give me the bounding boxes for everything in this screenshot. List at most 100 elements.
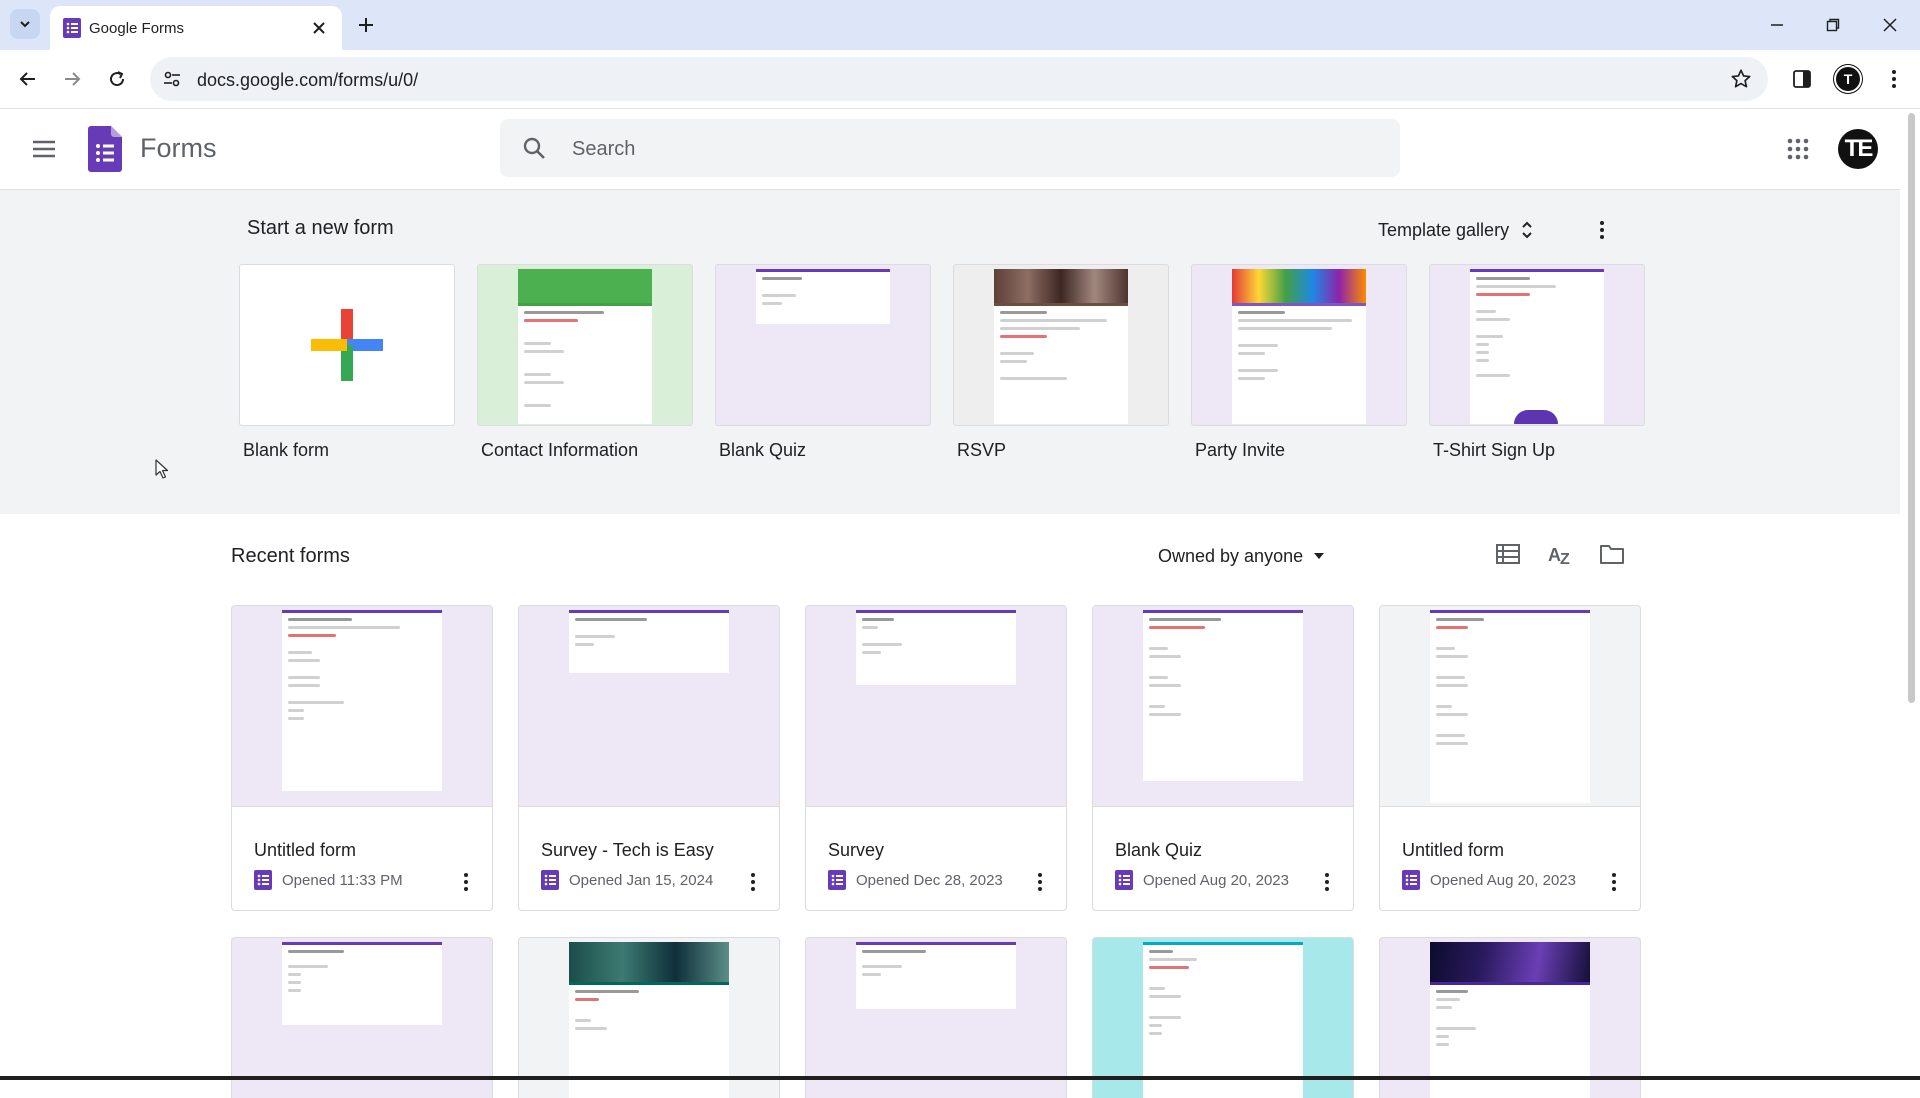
template-blank-form[interactable]: Blank form — [239, 264, 455, 461]
restore-window-button[interactable] — [1819, 12, 1847, 38]
template-header-graphic — [994, 269, 1128, 303]
recent-form-card[interactable] — [231, 937, 493, 1098]
address-bar[interactable]: docs.google.com/forms/u/0/ — [150, 57, 1768, 101]
forms-logo-icon[interactable] — [88, 126, 122, 172]
reload-button[interactable] — [101, 63, 133, 95]
template-thumbnail[interactable] — [1429, 264, 1645, 426]
recent-form-card[interactable]: Untitled form Opened 11:33 PM — [231, 605, 493, 911]
profile-button[interactable]: T — [1832, 63, 1864, 95]
form-title: Untitled form — [254, 840, 357, 860]
template-label: Contact Information — [481, 440, 639, 460]
form-more-button[interactable] — [1604, 868, 1624, 896]
form-meta: Opened 11:33 PM — [254, 870, 403, 890]
browser-toolbar: docs.google.com/forms/u/0/ T — [0, 50, 1920, 109]
recent-form-card[interactable]: Untitled form Opened Aug 20, 2023 — [1379, 605, 1641, 911]
forms-file-icon — [1115, 870, 1133, 890]
form-preview-page — [569, 982, 729, 1098]
open-file-picker-button[interactable] — [1594, 536, 1630, 572]
side-panel-icon — [1793, 70, 1811, 88]
more-vert-icon — [1612, 873, 1616, 891]
hide-templates-menu-button[interactable] — [1588, 214, 1616, 246]
side-panel-button[interactable] — [1786, 63, 1818, 95]
template-blank-quiz[interactable]: Blank Quiz — [715, 264, 931, 461]
template-thumbnail[interactable] — [477, 264, 693, 426]
multicolor-plus-icon — [311, 309, 383, 381]
account-avatar[interactable]: TE — [1838, 129, 1878, 169]
forms-favicon-icon — [63, 18, 81, 38]
tab-close-button[interactable] — [308, 17, 330, 39]
template-thumbnail[interactable] — [715, 264, 931, 426]
recent-form-card[interactable]: Survey Opened Dec 28, 2023 — [805, 605, 1067, 911]
new-tab-button[interactable] — [352, 11, 380, 39]
template-thumbnail[interactable] — [239, 264, 455, 426]
tab-search-button[interactable] — [10, 9, 40, 39]
form-preview-page — [1143, 942, 1303, 1098]
list-view-icon — [1496, 544, 1520, 564]
owner-filter-dropdown[interactable]: Owned by anyone — [1158, 540, 1325, 572]
template-label: Blank form — [243, 440, 330, 460]
template-label: T-Shirt Sign Up — [1433, 440, 1556, 460]
search-input[interactable] — [570, 129, 1374, 169]
search-icon[interactable] — [522, 136, 546, 160]
back-button[interactable] — [12, 63, 44, 95]
recent-form-card[interactable]: Blank Quiz Opened Aug 20, 2023 — [1092, 605, 1354, 911]
template-thumbnail[interactable] — [1191, 264, 1407, 426]
app-title[interactable]: Forms — [140, 133, 217, 164]
form-preview-page — [856, 942, 1016, 1009]
recent-form-card[interactable] — [805, 937, 1067, 1098]
template-party-invite[interactable]: Party Invite — [1191, 264, 1407, 461]
form-more-button[interactable] — [1030, 868, 1050, 896]
form-opened-date: Opened Jan 15, 2024 — [569, 871, 714, 889]
template-rsvp[interactable]: RSVP — [953, 264, 1169, 461]
form-more-button[interactable] — [743, 868, 763, 896]
template-preview-page — [994, 303, 1128, 424]
form-thumbnail[interactable] — [519, 606, 779, 807]
sort-options-button[interactable]: A Z — [1542, 536, 1578, 572]
recent-forms-title: Recent forms — [231, 545, 350, 567]
form-thumbnail[interactable] — [232, 606, 492, 807]
form-thumbnail[interactable] — [1380, 606, 1640, 807]
more-vert-icon — [464, 873, 468, 891]
bookmark-star-icon[interactable] — [1730, 68, 1752, 90]
template-tshirt-sign-up[interactable]: T-Shirt Sign Up — [1429, 264, 1645, 461]
form-meta: Opened Aug 20, 2023 — [1402, 870, 1576, 890]
url-text[interactable]: docs.google.com/forms/u/0/ — [197, 70, 418, 91]
recent-form-card[interactable] — [1092, 937, 1354, 1098]
list-view-button[interactable] — [1490, 536, 1526, 572]
recent-form-card[interactable]: Survey - Tech is Easy Opened Jan 15, 202… — [518, 605, 780, 911]
form-more-button[interactable] — [1317, 868, 1337, 896]
browser-tab-google-forms[interactable]: Google Forms — [50, 6, 342, 50]
form-opened-date: Opened 11:33 PM — [282, 871, 403, 889]
browser-menu-button[interactable] — [1878, 63, 1910, 95]
recent-form-card[interactable] — [1379, 937, 1641, 1098]
template-gallery-button[interactable]: Template gallery — [1378, 214, 1533, 246]
google-apps-button[interactable] — [1782, 133, 1814, 165]
start-new-form-section: Start a new form Template gallery Blank … — [0, 190, 1900, 514]
scrollbar-thumb[interactable] — [1908, 113, 1915, 703]
arrow-left-icon — [19, 72, 35, 86]
forms-file-icon — [254, 870, 272, 890]
main-menu-button[interactable] — [26, 131, 62, 167]
reload-icon — [110, 71, 125, 87]
template-header-graphic — [518, 269, 652, 303]
recent-form-card[interactable] — [518, 937, 780, 1098]
template-preview-page — [1232, 303, 1366, 424]
close-window-button[interactable] — [1876, 12, 1904, 38]
forms-file-icon — [541, 870, 559, 890]
form-title: Blank Quiz — [1115, 840, 1203, 860]
template-thumbnail[interactable] — [953, 264, 1169, 426]
form-thumbnail[interactable] — [1093, 606, 1353, 807]
search-box[interactable] — [500, 119, 1400, 177]
form-header-graphic — [569, 942, 729, 982]
svg-text:Z: Z — [1560, 551, 1570, 566]
minimize-window-button[interactable] — [1763, 12, 1791, 38]
restore-icon — [1826, 18, 1840, 32]
template-contact-information[interactable]: Contact Information — [477, 264, 693, 461]
more-vert-icon — [1600, 221, 1604, 239]
template-preview-page — [756, 269, 890, 324]
form-thumbnail[interactable] — [806, 606, 1066, 807]
page-scrollbar[interactable] — [1903, 109, 1920, 1080]
folder-icon — [1600, 545, 1624, 564]
form-more-button[interactable] — [456, 868, 476, 896]
forward-button[interactable] — [56, 63, 88, 95]
